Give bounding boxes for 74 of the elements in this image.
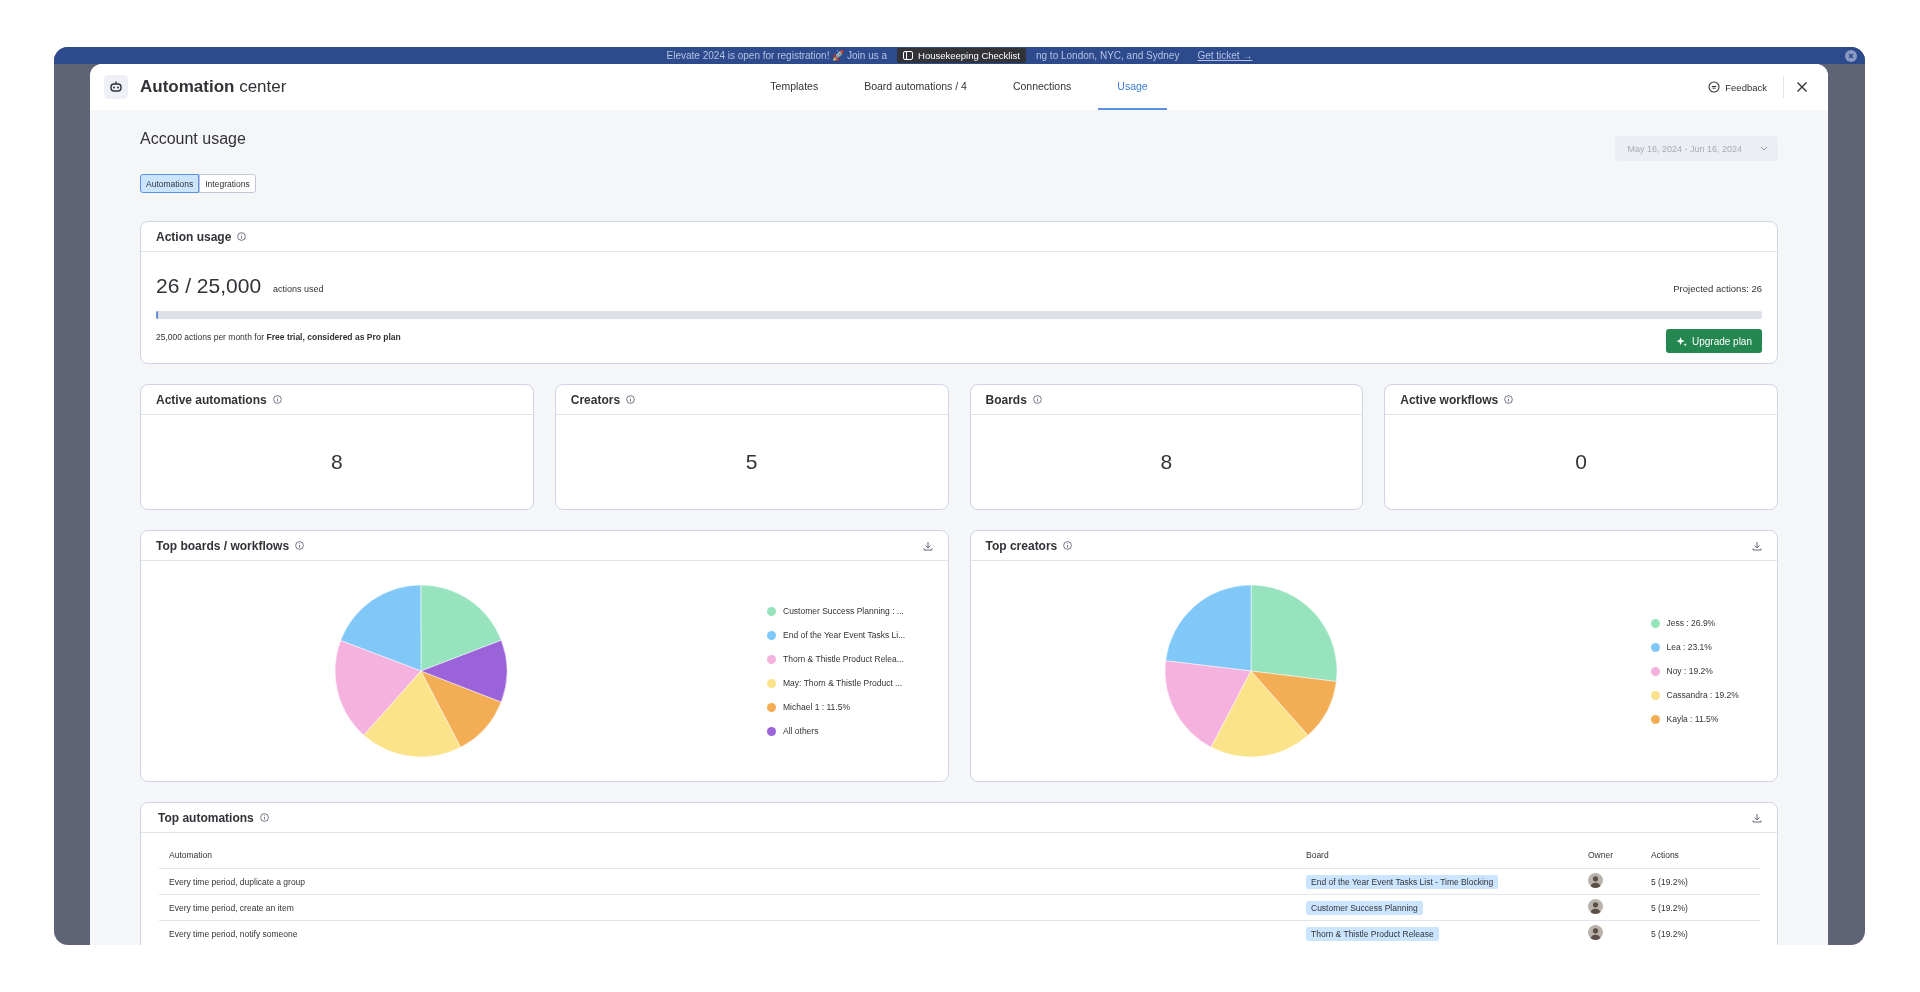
close-icon[interactable] <box>1796 81 1808 93</box>
tooltip-text: Housekeeping Checklist <box>918 50 1020 61</box>
actions-cell-text: 5 (19.2%) <box>1650 928 1689 939</box>
get-ticket-link[interactable]: Get ticket → <box>1197 50 1253 61</box>
card-title: Boards <box>985 392 1027 407</box>
dialog-title: Automation center <box>140 77 287 97</box>
avatar-icon <box>1588 873 1603 888</box>
board-tag: Customer Success Planning <box>1306 900 1423 915</box>
info-icon <box>259 813 269 822</box>
column-header: Automation <box>168 849 213 860</box>
plan-note: 25,000 actions per month for Free trial, considered as Pro plan <box>156 332 401 342</box>
legend-label: May: Thorn & Thistle Product ... <box>783 678 903 688</box>
avatar-icon <box>1588 899 1603 914</box>
panel-icon <box>903 51 914 60</box>
info-icon <box>1504 395 1514 404</box>
info-icon <box>295 541 305 550</box>
automation-cell-text: Every time period, create an item <box>168 902 295 913</box>
robot-icon <box>104 75 128 99</box>
tab[interactable]: Usage <box>1098 64 1167 110</box>
column-header: Actions <box>1650 849 1680 860</box>
automation-cell-text: Every time period, duplicate a group <box>168 876 307 887</box>
download-icon[interactable] <box>1752 812 1762 823</box>
stat-value: 5 <box>745 450 758 474</box>
column-header: Owner <box>1587 849 1615 860</box>
board-tag: End of the Year Event Tasks List - Time Blocking <box>1306 874 1499 889</box>
board-tag: Thorn & Thistle Product Release <box>1306 926 1439 941</box>
stat-value: 0 <box>1575 450 1587 474</box>
info-icon <box>1032 395 1042 404</box>
automation-cell-text: Every time period, notify someone <box>168 928 299 939</box>
upgrade-plan-button[interactable]: Upgrade plan <box>1665 329 1762 353</box>
toggle-option[interactable]: Automations <box>140 174 200 193</box>
stat-value: 8 <box>1160 450 1173 474</box>
legend-label: Cassandra : 19.2% <box>1666 690 1739 700</box>
card-title: Active automations <box>156 392 267 407</box>
legend-label: Customer Success Planning : ... <box>783 606 904 616</box>
tab[interactable]: Templates <box>751 64 838 110</box>
chat-icon <box>1708 81 1721 93</box>
card-title: Active workflows <box>1400 392 1499 407</box>
feedback-button[interactable]: Feedback <box>1702 80 1773 94</box>
download-icon[interactable] <box>1752 540 1762 551</box>
tab[interactable]: Connections <box>993 64 1091 110</box>
info-icon <box>237 232 247 241</box>
legend-label: Thorn & Thistle Product Relea... <box>783 654 904 664</box>
legend-label: Kayla : 11.5% <box>1666 714 1719 724</box>
stat-value: 8 <box>331 450 343 474</box>
banner-text: ng to London, NYC, and Sydney <box>1035 50 1180 61</box>
card-title: Top automations <box>158 810 254 825</box>
actions-used-label: actions used <box>273 284 324 294</box>
legend-label: Jess : 26.9% <box>1666 618 1716 628</box>
info-icon <box>1063 541 1073 550</box>
projected-actions: Projected actions: 26 <box>1673 282 1762 294</box>
toggle-option[interactable]: Integrations <box>199 174 256 193</box>
legend-label: All others <box>783 726 819 736</box>
info-icon <box>272 395 282 404</box>
actions-used-count: 26 / 25,000 <box>156 274 262 298</box>
actions-cell-text: 5 (19.2%) <box>1650 902 1689 913</box>
legend-label: Noy : 19.2% <box>1666 666 1713 676</box>
info-icon <box>626 395 636 404</box>
chevron-down-icon <box>1760 146 1768 151</box>
card-title: Top creators <box>985 538 1058 553</box>
actions-cell-text: 5 (19.2%) <box>1650 876 1689 887</box>
legend-label: Lea : 23.1% <box>1666 642 1712 652</box>
tab[interactable]: Board automations / 4 <box>845 64 986 110</box>
sparkle-icon <box>1675 335 1687 347</box>
card-title: Top boards / workflows <box>156 538 290 553</box>
column-header: Board <box>1305 849 1330 860</box>
card-title: Creators <box>570 392 621 407</box>
download-icon[interactable] <box>922 540 933 551</box>
legend-label: End of the Year Event Tasks Li... <box>783 630 906 640</box>
page-title: Account usage <box>140 130 246 148</box>
banner-text: Elevate 2024 is open for registration! 🚀 Join us a <box>666 50 888 61</box>
card-title: Action usage <box>156 229 232 244</box>
avatar-icon <box>1588 925 1603 940</box>
legend-label: Michael 1 : 11.5% <box>783 702 850 712</box>
